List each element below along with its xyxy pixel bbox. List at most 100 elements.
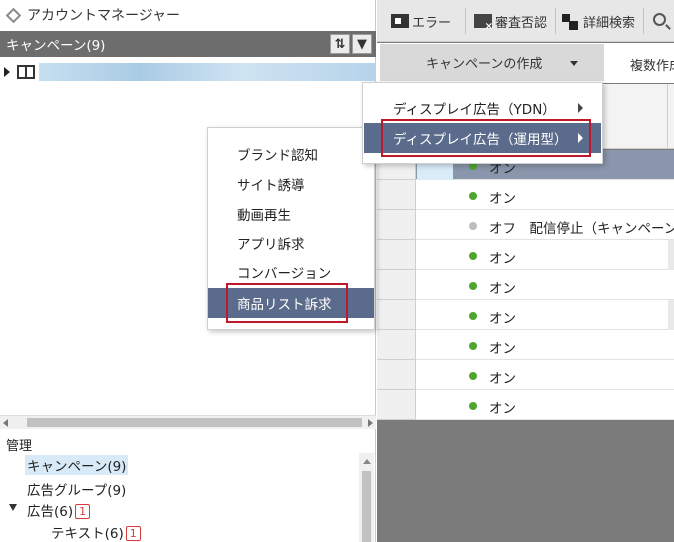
row-header[interactable] <box>377 180 416 210</box>
review-rejected-label: 審査否認 <box>495 15 548 31</box>
advanced-search-button[interactable]: 詳細検索 <box>562 8 635 34</box>
create-campaign-label: キャンペーンの作成 <box>426 57 543 72</box>
table-row[interactable]: オン <box>377 390 674 420</box>
next-column-cell[interactable] <box>668 240 674 270</box>
scroll-up-icon[interactable] <box>363 459 371 464</box>
campaign-panel-header: キャンペーン(9) ⇅ ▼ <box>0 31 376 57</box>
action-bar: キャンペーンの作成 複数作成 <box>377 43 674 83</box>
manage-item-label: 広告(6) <box>27 504 74 520</box>
row-header[interactable] <box>377 270 416 300</box>
campaign-grid: オン オン オフ 配信停止（キャンペーン オン オン オン オン オン オン <box>377 150 674 420</box>
menu-item-label: サイト誘導 <box>237 178 305 194</box>
table-row[interactable]: オン <box>377 330 674 360</box>
row-header[interactable] <box>377 210 416 240</box>
table-row[interactable]: オン <box>377 360 674 390</box>
menu-item-product-list[interactable]: 商品リスト訴求 <box>208 288 374 318</box>
status-on-icon <box>469 372 477 380</box>
status-text: オフ 配信停止（キャンペーン <box>489 221 674 237</box>
advanced-search-label: 詳細検索 <box>583 15 636 31</box>
scrollbar-thumb[interactable] <box>27 418 362 427</box>
menu-item-app-promotion[interactable]: アプリ訴求 <box>208 228 374 258</box>
manage-item-label: キャンペーン(9) <box>27 459 127 475</box>
manage-item-adgroups[interactable]: 広告グループ(9) <box>27 479 126 499</box>
errors-label: エラー <box>412 15 452 31</box>
campaign-objective-menu: ブランド認知 サイト誘導 動画再生 アプリ訴求 コンバージョン 商品リスト訴求 <box>207 127 375 330</box>
menu-item-video-views[interactable]: 動画再生 <box>208 199 374 229</box>
filter-icon[interactable]: ▼ <box>352 34 372 54</box>
app-logo-icon <box>5 7 22 23</box>
row-header[interactable] <box>377 300 416 330</box>
vertical-scrollbar[interactable] <box>359 453 374 542</box>
toolbar-divider <box>643 8 644 34</box>
menu-item-label: ディスプレイ広告（運用型） <box>393 132 568 148</box>
manage-item-label: 広告グループ(9) <box>27 483 127 499</box>
status-text: オン <box>489 401 516 417</box>
menu-item-display-managed[interactable]: ディスプレイ広告（運用型） <box>364 123 601 153</box>
menu-item-label: 商品リスト訴求 <box>237 297 332 313</box>
row-header[interactable] <box>377 360 416 390</box>
menu-item-label: コンバージョン <box>237 266 332 282</box>
expand-arrow-icon[interactable] <box>4 67 10 77</box>
account-tree-item[interactable] <box>0 61 376 83</box>
manage-item-ads[interactable]: 広告(6) 1 <box>27 500 91 520</box>
manage-item-campaigns[interactable]: キャンペーン(9) <box>25 455 129 475</box>
app-title-bar: アカウントマネージャー <box>0 0 376 30</box>
manage-panel: 管理 キャンペーン(9) 広告グループ(9) 広告(6) 1 テキスト(6) 1 <box>0 431 376 542</box>
menu-item-label: ディスプレイ広告（YDN） <box>393 102 556 118</box>
error-icon <box>391 14 409 28</box>
scroll-right-icon[interactable] <box>368 419 373 427</box>
menu-item-site-traffic[interactable]: サイト誘導 <box>208 169 374 199</box>
menu-item-label: アプリ訴求 <box>237 237 305 253</box>
horizontal-scrollbar[interactable] <box>0 415 376 429</box>
status-on-icon <box>469 282 477 290</box>
row-header[interactable] <box>377 240 416 270</box>
manage-title: 管理 <box>6 439 33 454</box>
table-row[interactable]: オン <box>377 240 674 270</box>
status-text: オン <box>489 191 516 207</box>
status-text: オン <box>489 251 516 267</box>
errors-button[interactable]: エラー <box>391 8 451 34</box>
status-on-icon <box>469 342 477 350</box>
menu-item-display-ydn[interactable]: ディスプレイ広告（YDN） <box>364 93 601 123</box>
menu-item-brand-awareness[interactable]: ブランド認知 <box>208 139 374 169</box>
menu-item-conversion[interactable]: コンバージョン <box>208 257 374 287</box>
chevron-down-icon <box>570 61 578 66</box>
row-header[interactable] <box>377 390 416 420</box>
table-row[interactable]: オン <box>377 300 674 330</box>
multi-create-button[interactable]: 複数作成 <box>630 55 674 74</box>
row-header[interactable] <box>377 330 416 360</box>
review-rejected-button[interactable]: 審査否認 <box>474 8 547 34</box>
chevron-right-icon <box>578 133 583 143</box>
next-column-cell[interactable] <box>668 300 674 330</box>
chevron-right-icon <box>578 103 583 113</box>
toolbar-divider <box>555 8 556 34</box>
advanced-search-icon <box>562 14 580 30</box>
app-title: アカウントマネージャー <box>27 8 181 24</box>
error-count-badge: 1 <box>75 504 91 519</box>
scrollbar-thumb[interactable] <box>362 471 371 542</box>
campaign-count-label: キャンペーン(9) <box>6 38 106 54</box>
menu-item-label: ブランド認知 <box>237 148 318 164</box>
account-name-redacted[interactable] <box>39 63 376 81</box>
status-on-icon <box>469 252 477 260</box>
table-row[interactable]: オフ 配信停止（キャンペーン <box>377 210 674 240</box>
toolbar-divider <box>465 8 466 34</box>
manage-item-text-ads[interactable]: テキスト(6) 1 <box>51 522 141 542</box>
account-icon <box>17 65 35 79</box>
error-count-badge: 1 <box>125 526 141 541</box>
toolbar: エラー 審査否認 詳細検索 <box>377 0 674 42</box>
status-text: オン <box>489 311 516 327</box>
table-row[interactable]: オン <box>377 180 674 210</box>
status-on-icon <box>469 402 477 410</box>
menu-item-label: 動画再生 <box>237 208 291 224</box>
scroll-left-icon[interactable] <box>3 419 8 427</box>
table-row[interactable]: オン <box>377 270 674 300</box>
status-text: オン <box>489 371 516 387</box>
column-divider[interactable] <box>667 84 668 149</box>
create-campaign-button[interactable]: キャンペーンの作成 <box>380 44 604 81</box>
sort-icon[interactable]: ⇅ <box>330 34 350 54</box>
create-campaign-menu: ディスプレイ広告（YDN） ディスプレイ広告（運用型） <box>362 82 603 164</box>
collapse-arrow-icon[interactable] <box>9 504 17 511</box>
search-icon[interactable] <box>653 13 666 26</box>
status-text: オン <box>489 341 516 357</box>
